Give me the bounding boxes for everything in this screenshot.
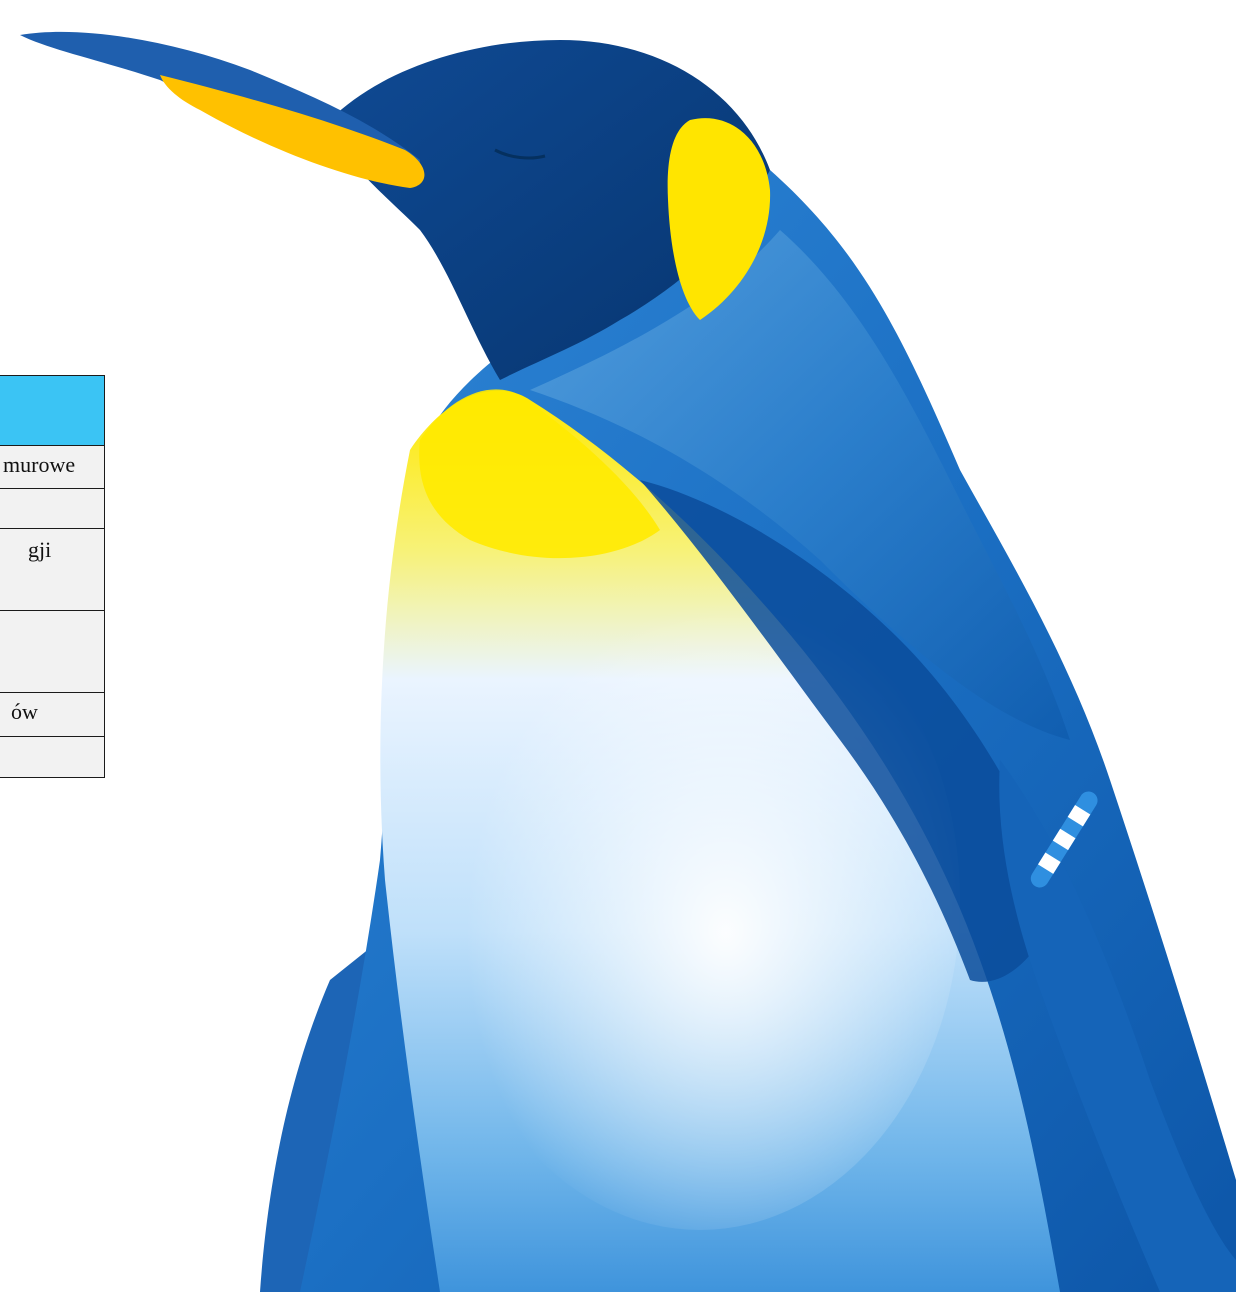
- penguin-icon: [20, 31, 1236, 1292]
- page: murowe gji ów: [0, 0, 1236, 1292]
